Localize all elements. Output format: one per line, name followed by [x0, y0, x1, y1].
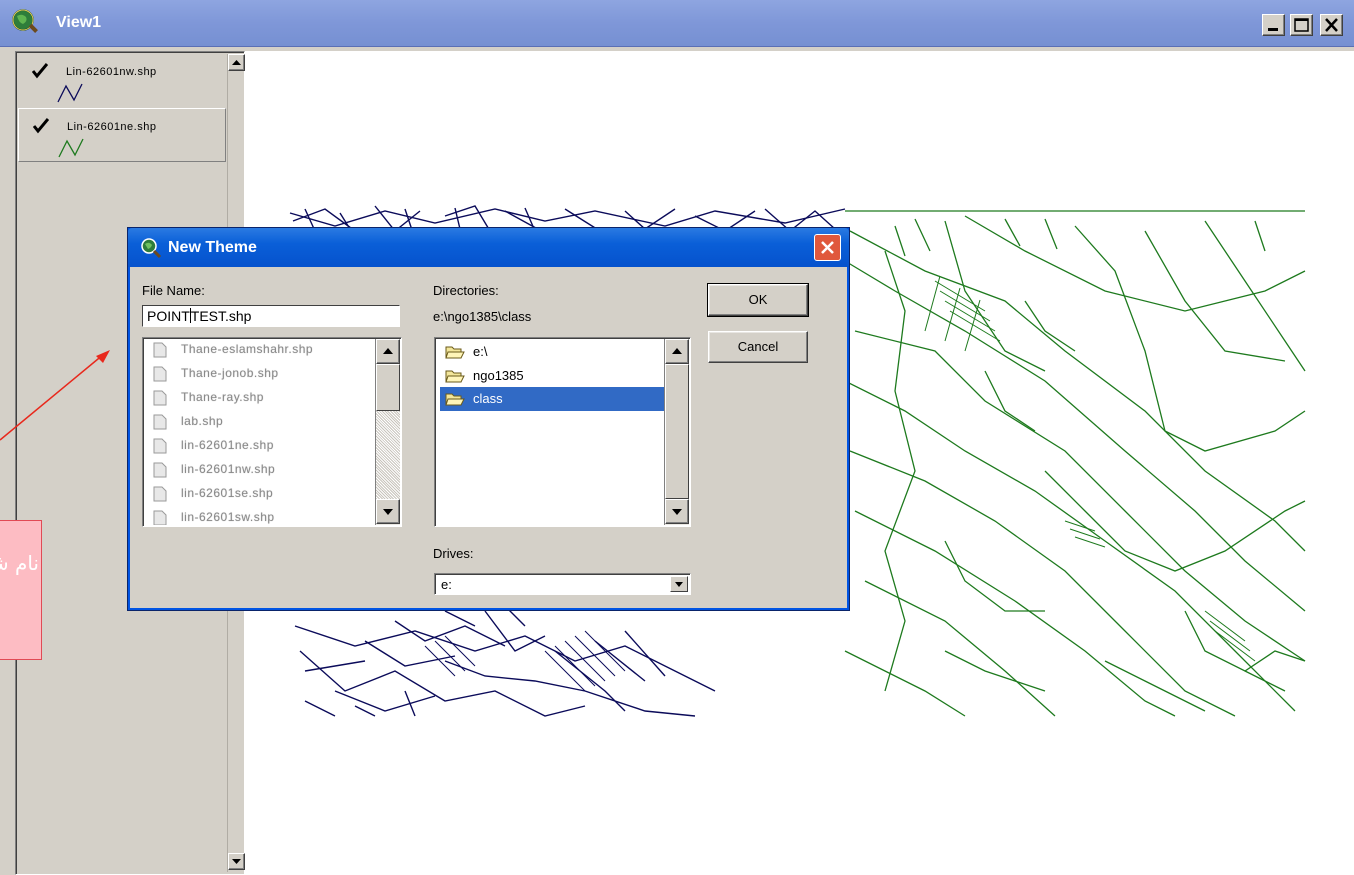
toc-layer-ne[interactable]: Lin-62601ne.shp: [18, 108, 226, 162]
list-item[interactable]: lin-62601ne.shp: [153, 435, 373, 457]
file-name: lin-62601nw.shp: [181, 462, 276, 476]
toc-layer-nw[interactable]: Lin-62601nw.shp: [18, 54, 226, 108]
file-name: lab.shp: [181, 414, 224, 428]
close-icon: [821, 241, 834, 254]
ne-blocks: [924, 275, 1256, 662]
drives-label: Drives:: [433, 546, 474, 561]
list-item[interactable]: Thane-ray.shp: [153, 387, 373, 409]
maximize-button[interactable]: [1290, 14, 1313, 36]
list-item[interactable]: lin-62601se.shp: [153, 483, 373, 505]
arrow-up-icon: [383, 348, 393, 354]
minimize-icon: [1268, 28, 1278, 31]
minimize-button[interactable]: [1262, 14, 1285, 36]
file-icon: [153, 414, 167, 430]
new-theme-dialog: New Theme File Name: POINTTEST.shp Thane…: [127, 227, 850, 611]
close-button[interactable]: [1320, 14, 1343, 36]
drives-select[interactable]: e:: [434, 573, 691, 595]
scroll-up-button[interactable]: [665, 339, 689, 364]
ok-button[interactable]: OK: [707, 283, 809, 317]
annotation-arrow: [0, 350, 110, 441]
scroll-track[interactable]: [376, 411, 400, 499]
scroll-thumb[interactable]: [665, 364, 689, 499]
directory-name: class: [473, 391, 503, 406]
drives-dropdown-button[interactable]: [670, 576, 688, 592]
list-item-selected[interactable]: class: [440, 387, 666, 411]
file-name: Thane-eslamshahr.shp: [181, 342, 314, 356]
file-icon: [153, 366, 167, 382]
file-list-scrollbar[interactable]: [375, 339, 400, 525]
drive-value: e:: [441, 577, 452, 592]
list-item[interactable]: ngo1385: [440, 364, 666, 388]
file-list[interactable]: Thane-eslamshahr.shp Thane-jonob.shp Tha…: [142, 337, 402, 527]
open-folder-icon: [445, 370, 465, 383]
arrow-up-icon: [672, 348, 682, 354]
dialog-title: New Theme: [168, 239, 257, 256]
arrow-down-icon: [232, 859, 241, 864]
scroll-down-button[interactable]: [665, 499, 689, 524]
scroll-down-button[interactable]: [228, 853, 245, 870]
window-title: View1: [56, 14, 102, 31]
arcview-globe-icon: [12, 9, 38, 33]
checkmark-icon[interactable]: [32, 63, 48, 79]
file-icon: [153, 510, 167, 525]
layer-name: Lin-62601ne.shp: [67, 121, 157, 133]
file-name: lin-62601ne.shp: [181, 438, 274, 452]
current-path: e:\ngo1385\class: [433, 309, 532, 324]
chevron-down-icon: [675, 582, 683, 587]
file-name-input[interactable]: POINTTEST.shp: [142, 305, 400, 327]
checkmark-icon[interactable]: [33, 118, 49, 134]
magnifier-globe-icon: [141, 238, 162, 259]
open-folder-icon: [445, 346, 465, 359]
file-name: lin-62601se.shp: [181, 486, 274, 500]
list-item[interactable]: Thane-jonob.shp: [153, 363, 373, 385]
list-item[interactable]: lin-62601nw.shp: [153, 459, 373, 481]
dialog-titlebar[interactable]: New Theme: [128, 228, 849, 267]
file-icon: [153, 342, 167, 358]
directory-name: ngo1385: [473, 368, 524, 383]
arrow-down-icon: [672, 509, 682, 515]
scroll-down-button[interactable]: [376, 499, 400, 524]
dialog-close-button[interactable]: [814, 234, 841, 261]
list-item[interactable]: lab.shp: [153, 411, 373, 433]
directory-name: e:\: [473, 344, 488, 359]
nw-hatch: [424, 630, 626, 692]
list-item[interactable]: Thane-eslamshahr.shp: [153, 339, 373, 361]
file-name-prefix: POINT: [147, 308, 190, 324]
directory-list[interactable]: e:\ ngo1385 class: [434, 337, 691, 527]
file-icon: [153, 462, 167, 478]
list-item[interactable]: lin-62601sw.shp: [153, 507, 373, 525]
annotation-callout: نام شد: [0, 520, 42, 660]
scroll-up-button[interactable]: [228, 54, 245, 71]
file-name: lin-62601sw.shp: [181, 510, 275, 524]
file-icon: [153, 390, 167, 406]
open-folder-icon: [445, 393, 465, 406]
file-name-suffix: TEST.shp: [190, 308, 252, 324]
line-symbol-icon: [57, 83, 83, 103]
close-icon: [1325, 18, 1338, 32]
file-icon: [153, 486, 167, 502]
list-item[interactable]: e:\: [440, 340, 666, 364]
file-icon: [153, 438, 167, 454]
window-titlebar: View1: [0, 0, 1354, 47]
layer-name: Lin-62601nw.shp: [66, 66, 157, 78]
file-name: Thane-ray.shp: [181, 390, 264, 404]
cancel-button[interactable]: Cancel: [708, 331, 808, 363]
arrow-up-icon: [232, 60, 241, 65]
maximize-icon: [1294, 18, 1309, 32]
arrow-down-icon: [383, 509, 393, 515]
file-name-label: File Name:: [142, 283, 205, 298]
directories-label: Directories:: [433, 283, 499, 298]
directory-list-scrollbar[interactable]: [664, 339, 689, 525]
scroll-up-button[interactable]: [376, 339, 400, 364]
annotation-text: نام شد: [0, 551, 39, 575]
line-symbol-icon: [58, 138, 84, 158]
scroll-thumb[interactable]: [376, 364, 400, 411]
file-name: Thane-jonob.shp: [181, 366, 279, 380]
